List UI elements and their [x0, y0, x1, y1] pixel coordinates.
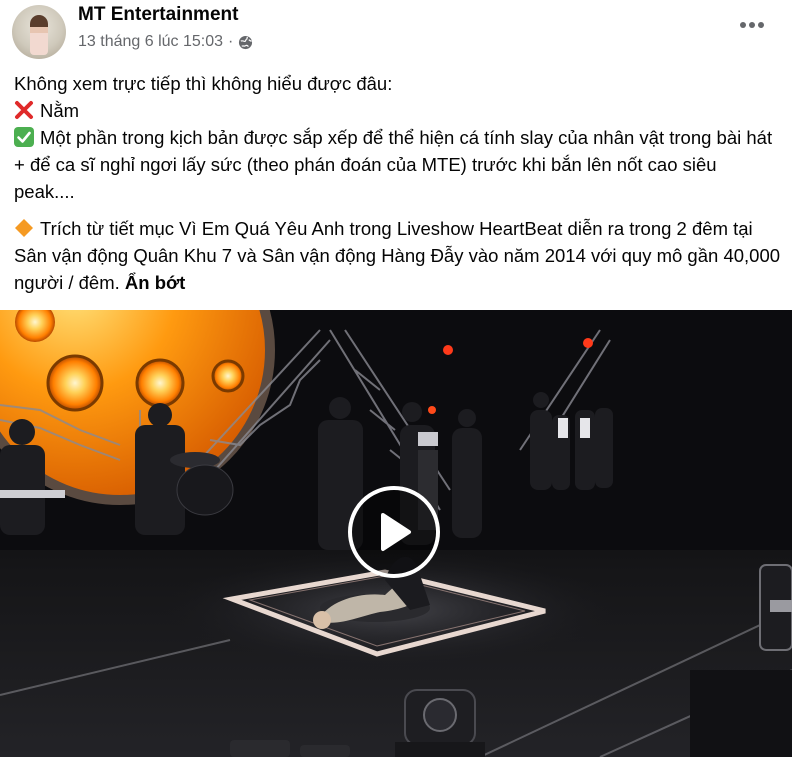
check-mark-icon	[14, 127, 34, 147]
post-intro: Không xem trực tiếp thì không hiểu được …	[14, 73, 393, 94]
post-line-no-text: Nằm	[40, 100, 80, 121]
post-timestamp[interactable]: 13 tháng 6 lúc 15:03	[78, 33, 223, 51]
page-name[interactable]: MT Entertainment	[78, 4, 238, 26]
globe-icon[interactable]	[238, 35, 253, 50]
post-detail: Trích từ tiết mục Vì Em Quá Yêu Anh tron…	[14, 215, 782, 296]
post-card: MT Entertainment 13 tháng 6 lúc 15:03 · …	[0, 0, 792, 757]
post-text: Không xem trực tiếp thì không hiểu được …	[14, 70, 782, 296]
post-header: MT Entertainment 13 tháng 6 lúc 15:03 ·	[0, 0, 792, 60]
post-line-yes-text: Một phần trong kịch bản được sắp xếp để …	[14, 127, 773, 202]
avatar-figure	[30, 15, 48, 55]
post-meta: 13 tháng 6 lúc 15:03 ·	[78, 33, 253, 51]
more-dots-icon	[740, 22, 764, 28]
meta-separator: ·	[228, 33, 234, 50]
see-less-link[interactable]: Ẩn bớt	[125, 272, 185, 293]
orange-diamond-icon	[15, 219, 33, 237]
play-icon	[381, 513, 411, 551]
post-line-yes: Một phần trong kịch bản được sắp xếp để …	[14, 124, 782, 205]
post-line-no: Nằm	[14, 97, 782, 124]
cross-mark-icon	[15, 101, 33, 119]
play-button[interactable]	[348, 486, 440, 578]
avatar[interactable]	[12, 5, 66, 59]
more-options-button[interactable]	[732, 10, 772, 40]
